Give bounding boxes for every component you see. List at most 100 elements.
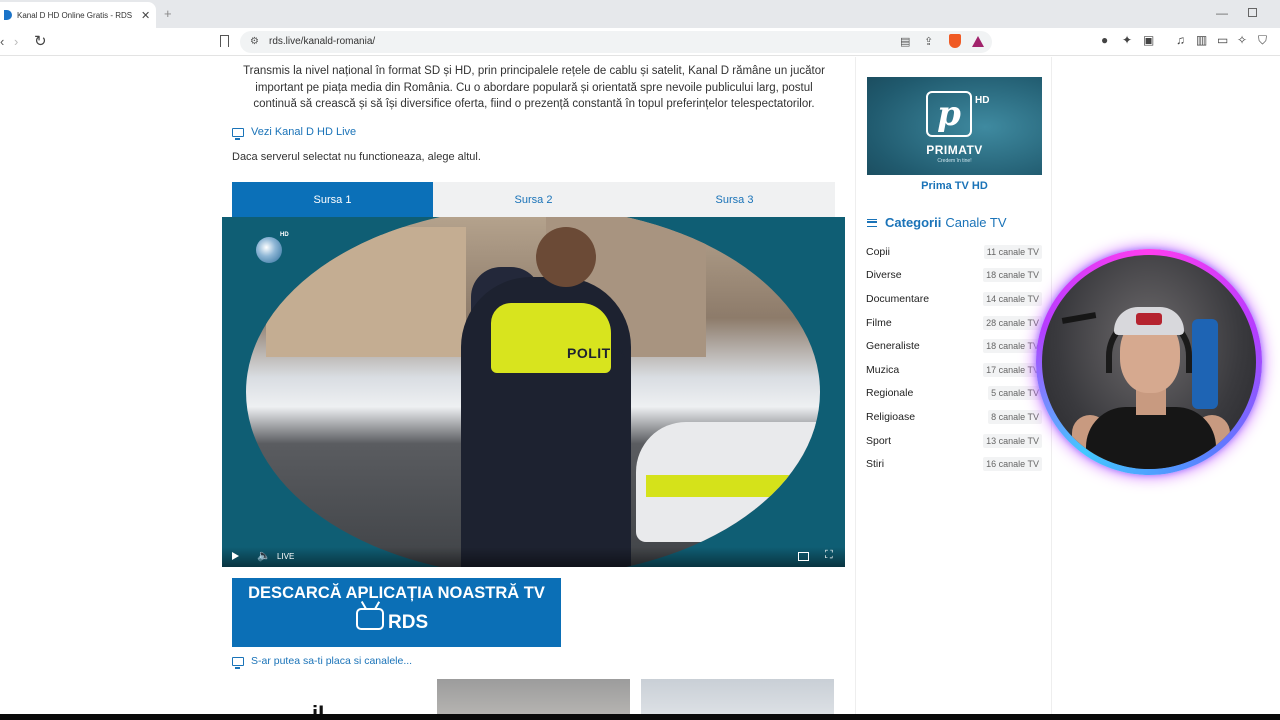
url-text[interactable]: rds.live/kanald-romania/ (269, 36, 375, 47)
category-count: 13 canale TV (983, 433, 1042, 448)
category-item-documentare[interactable]: Documentare 14 canale TV (866, 287, 1042, 311)
category-item-copii[interactable]: Copii 11 canale TV (866, 240, 1042, 264)
category-name[interactable]: Stiri (866, 458, 884, 470)
monitor-icon (232, 656, 244, 669)
tv-icon (356, 608, 384, 630)
category-name[interactable]: Copii (866, 246, 890, 258)
browser-tab[interactable]: Kanal D HD Online Gratis - RDS L ✕ (0, 2, 156, 28)
category-name[interactable]: Documentare (866, 293, 929, 305)
monitor-icon (232, 127, 244, 140)
prima-logo-icon: p (926, 91, 972, 137)
category-name[interactable]: Sport (866, 435, 891, 447)
gaming-chair (1192, 319, 1218, 409)
maximize-window-icon[interactable] (1248, 8, 1257, 17)
microphone-arm (1061, 312, 1097, 324)
tab-sursa-2[interactable]: Sursa 2 (433, 182, 634, 217)
app-download-banner[interactable]: DESCARCĂ APLICAȚIA NOASTRĂ TV RDS (232, 578, 561, 647)
category-count: 18 canale TV (983, 268, 1042, 283)
live-indicator: LIVE (277, 552, 295, 561)
volume-icon[interactable]: 🔈 (257, 549, 271, 562)
prima-logo-word: PRIMATV (926, 143, 983, 157)
vpn-icon[interactable]: ⛉ (1258, 33, 1267, 48)
extensions-puzzle-icon[interactable]: ✦ (1122, 33, 1132, 47)
video-frame (246, 217, 820, 567)
picture-in-picture-icon[interactable] (798, 552, 809, 561)
reload-icon[interactable]: ↻ (34, 32, 47, 50)
category-item-diverse[interactable]: Diverse 18 canale TV (866, 264, 1042, 288)
related-channels-link[interactable]: S-ar putea sa-ti placa si canalele... (232, 655, 412, 669)
forward-icon[interactable]: › (14, 34, 18, 49)
cap-logo (1136, 313, 1162, 325)
play-icon[interactable] (232, 552, 239, 560)
category-count: 8 canale TV (988, 409, 1042, 424)
category-name[interactable]: Religioase (866, 411, 915, 423)
category-name[interactable]: Regionale (866, 387, 913, 399)
category-item-stiri[interactable]: Stiri 16 canale TV (866, 452, 1042, 476)
brave-rewards-icon[interactable] (972, 36, 984, 47)
leo-ai-icon[interactable]: ✧ (1237, 33, 1247, 47)
banner-headline: DESCARCĂ APLICAȚIA NOASTRĂ TV (248, 584, 545, 602)
police-car-stripe (646, 475, 820, 497)
rds-favicon-icon (4, 10, 12, 20)
kanal-d-logo-icon (256, 237, 282, 263)
sidebar-toggle-icon[interactable]: ▥ (1196, 33, 1207, 47)
category-item-filme[interactable]: Filme 28 canale TV (866, 311, 1042, 335)
prima-tagline: Credem în tine! (937, 158, 972, 164)
tab-title: Kanal D HD Online Gratis - RDS L (17, 10, 135, 20)
vest-text: POLITIA (567, 345, 626, 361)
fullscreen-icon[interactable]: ⛶ (825, 549, 833, 562)
tab-sursa-3[interactable]: Sursa 3 (634, 182, 835, 217)
player-controls: 🔈 LIVE ⛶ (222, 547, 845, 567)
category-item-sport[interactable]: Sport 13 canale TV (866, 429, 1042, 453)
main-content: Transmis la nivel național în format SD … (222, 57, 845, 720)
live-link-label[interactable]: Vezi Kanal D HD Live (251, 126, 356, 138)
reflective-vest (491, 303, 611, 373)
prima-tv-caption[interactable]: Prima TV HD (867, 180, 1042, 192)
server-note: Daca serverul selectat nu functioneaza, … (232, 151, 481, 163)
share-icon[interactable]: ⇪ (924, 35, 933, 48)
brave-shields-icon[interactable] (949, 34, 961, 48)
tab-sursa-1[interactable]: Sursa 1 (232, 182, 433, 217)
screen: Kanal D HD Online Gratis - RDS L ✕ + — ‹… (0, 0, 1280, 720)
categories-heading: Categorii Canale TV (867, 215, 1007, 230)
back-icon[interactable]: ‹ (0, 34, 4, 49)
close-tab-icon[interactable]: ✕ (141, 9, 150, 22)
reader-mode-icon[interactable]: ▤ (900, 35, 910, 48)
category-name[interactable]: Filme (866, 317, 892, 329)
rds-logo: RDS (388, 612, 429, 633)
prima-hd-badge: HD (975, 95, 990, 106)
site-settings-icon[interactable]: ⚙ (250, 36, 259, 47)
category-count: 11 canale TV (983, 244, 1042, 259)
category-count: 17 canale TV (983, 362, 1042, 377)
category-name[interactable]: Generaliste (866, 340, 920, 352)
category-count: 5 canale TV (988, 386, 1042, 401)
minimize-window-icon[interactable]: — (1216, 6, 1228, 20)
tab-search-icon[interactable]: ▣ (1143, 33, 1154, 47)
category-name[interactable]: Muzica (866, 364, 899, 376)
category-count: 28 canale TV (983, 315, 1042, 330)
category-item-muzica[interactable]: Muzica 17 canale TV (866, 358, 1042, 382)
new-tab-icon[interactable]: + (164, 6, 172, 21)
source-tabs: Sursa 1 Sursa 2 Sursa 3 (232, 182, 835, 217)
category-name[interactable]: Diverse (866, 269, 902, 281)
category-item-religioase[interactable]: Religioase 8 canale TV (866, 405, 1042, 429)
categories-list: Copii 11 canale TV Diverse 18 canale TV Do… (866, 240, 1042, 476)
bookmark-icon[interactable] (220, 35, 229, 47)
bottom-strip (0, 714, 1280, 720)
category-count: 14 canale TV (983, 291, 1042, 306)
wallet-icon[interactable]: ▭ (1217, 33, 1228, 47)
video-player[interactable]: POLITIA HD 🔈 LIVE ⛶ (222, 217, 845, 567)
categories-heading-bold: Categorii (885, 215, 942, 230)
address-bar[interactable]: ⚙ rds.live/kanald-romania/ ▤ ⇪ (240, 31, 992, 53)
related-link-label[interactable]: S-ar putea sa-ti placa si canalele... (251, 655, 412, 667)
prima-tv-card[interactable]: p HD PRIMATV Credem în tine! (867, 77, 1042, 175)
sidebar: p HD PRIMATV Credem în tine! Prima TV HD… (855, 57, 1052, 720)
category-item-generaliste[interactable]: Generaliste 18 canale TV (866, 334, 1042, 358)
category-item-regionale[interactable]: Regionale 5 canale TV (866, 382, 1042, 406)
list-icon (867, 218, 877, 227)
live-link[interactable]: Vezi Kanal D HD Live (232, 126, 356, 140)
extension-icon[interactable]: ● (1101, 33, 1108, 47)
officer-head (536, 227, 596, 287)
channel-hd-badge: HD (280, 232, 289, 238)
media-control-icon[interactable]: ♫ (1176, 33, 1185, 47)
